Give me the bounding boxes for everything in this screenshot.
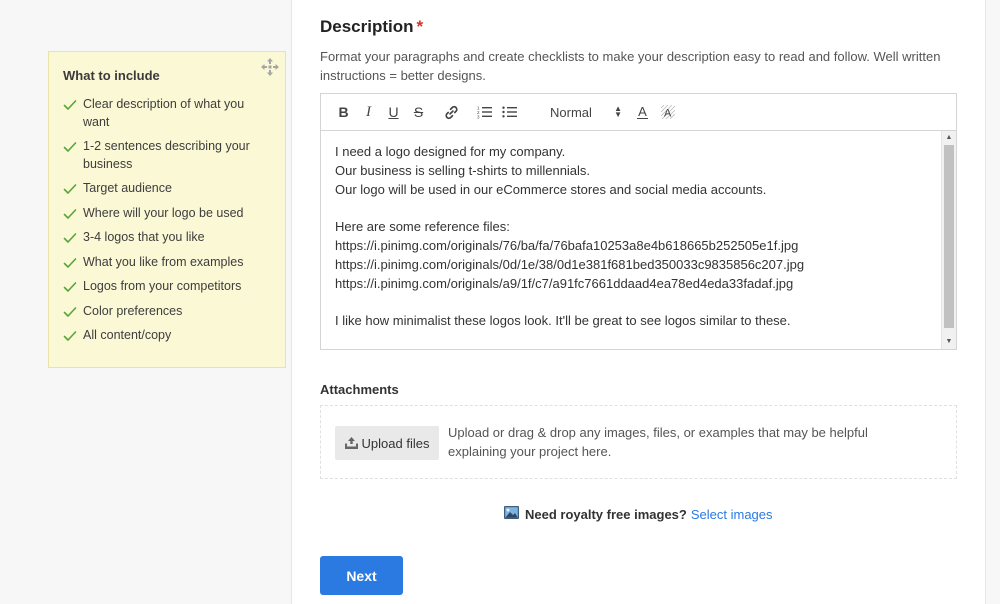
required-mark: * <box>416 17 424 36</box>
tips-item: All content/copy <box>63 327 271 345</box>
check-icon <box>63 257 77 268</box>
check-icon <box>63 142 77 152</box>
svg-text:A: A <box>664 108 672 120</box>
editor-content[interactable]: ▲ ▼ I need a logo designed for my compan… <box>321 131 956 349</box>
font-color-button[interactable]: A <box>630 101 655 123</box>
description-title: Description * <box>320 17 423 37</box>
check-icon <box>63 208 77 219</box>
tips-item-label: What you like from examples <box>83 254 244 269</box>
editor-scrollbar[interactable]: ▲ ▼ <box>941 131 956 349</box>
underline-button[interactable]: U <box>381 101 406 123</box>
editor-line: Here are some reference files: <box>335 219 510 235</box>
check-icon <box>63 100 77 110</box>
background-color-icon[interactable]: A <box>655 101 680 123</box>
move-icon[interactable] <box>261 58 279 76</box>
editor-line: https://i.pinimg.com/originals/0d/1e/38/… <box>335 256 805 272</box>
next-button[interactable]: Next <box>320 556 403 595</box>
check-icon <box>63 282 77 292</box>
royalty-question: Need royalty free images? <box>525 506 687 522</box>
tips-item-label: Color preferences <box>83 303 183 318</box>
check-icon <box>63 233 77 243</box>
tips-item-label: Where will your logo be used <box>83 205 244 220</box>
bullet-list-icon[interactable] <box>497 101 522 123</box>
tips-item-label: All content/copy <box>83 328 172 342</box>
attachments-help-text: Upload or drag & drop any images, files,… <box>448 425 868 459</box>
editor-line: I like how minimalist these logos look. … <box>335 313 791 329</box>
rich-text-editor[interactable]: B I U S 1 2 3 Normal ▲ ▼ A A ▲ ▼ I need … <box>320 93 957 350</box>
tips-item: 1-2 sentences describing your business <box>63 138 271 173</box>
left-column: What to include Clear description of wha… <box>0 0 292 604</box>
tips-item-label: 1-2 sentences describing your business <box>83 139 250 171</box>
check-icon <box>63 306 77 317</box>
link-icon[interactable] <box>439 101 464 123</box>
font-size-select[interactable]: Normal ▲ ▼ <box>542 101 622 123</box>
ordered-list-icon[interactable]: 1 2 3 <box>472 101 497 123</box>
tips-item: 3-4 logos that you like <box>63 229 271 247</box>
scroll-thumb[interactable] <box>944 145 954 328</box>
italic-button[interactable]: I <box>356 101 381 123</box>
attachments-label: Attachments <box>320 382 399 397</box>
editor-toolbar: B I U S 1 2 3 Normal ▲ ▼ A A <box>321 94 956 131</box>
tips-item: Logos from your competitors <box>63 278 271 296</box>
royalty-free-row: Need royalty free images? Select images <box>504 506 773 522</box>
editor-line: https://i.pinimg.com/originals/a9/1f/c7/… <box>335 275 794 291</box>
select-images-link[interactable]: Select images <box>691 507 773 522</box>
tips-panel: What to include Clear description of wha… <box>48 51 286 368</box>
attachments-dropzone[interactable]: Upload files Upload or drag & drop any i… <box>320 405 957 479</box>
tips-item: Clear description of what you want <box>63 96 271 131</box>
image-icon <box>504 506 519 522</box>
tips-list: Clear description of what you want 1-2 se… <box>63 96 271 345</box>
tips-item: What you like from examples <box>63 254 271 272</box>
tips-title: What to include <box>63 68 160 83</box>
upload-icon <box>344 437 358 449</box>
upload-files-button[interactable]: Upload files <box>335 426 439 460</box>
tips-item: Target audience <box>63 180 271 198</box>
tips-item: Where will your logo be used <box>63 205 271 223</box>
bold-button[interactable]: B <box>331 101 356 123</box>
description-title-text: Description <box>320 17 414 36</box>
tips-item: Color preferences <box>63 303 271 321</box>
font-color-label: A <box>637 103 648 119</box>
upload-files-label: Upload files <box>361 435 430 451</box>
description-subtitle: Format your paragraphs and create checkl… <box>320 49 941 83</box>
select-arrows-icon: ▲ ▼ <box>614 104 622 119</box>
editor-line: Our logo will be used in our eCommerce s… <box>335 181 767 197</box>
editor-line: I need a logo designed for my company. <box>335 144 566 159</box>
tips-item-label: Clear description of what you want <box>83 97 245 129</box>
strikethrough-button[interactable]: S <box>406 101 431 123</box>
editor-line: https://i.pinimg.com/originals/76/ba/fa/… <box>335 237 799 253</box>
tips-item-label: Target audience <box>83 181 172 195</box>
scroll-down-icon[interactable]: ▼ <box>942 335 956 349</box>
svg-text:3: 3 <box>477 115 480 120</box>
tips-item-label: Logos from your competitors <box>83 279 242 293</box>
scroll-up-icon[interactable]: ▲ <box>942 131 956 145</box>
check-icon <box>63 331 77 341</box>
font-size-value: Normal <box>550 104 592 120</box>
tips-item-label: 3-4 logos that you like <box>83 230 205 244</box>
right-gutter <box>985 0 1000 604</box>
check-icon <box>63 184 77 194</box>
editor-line: Our business is selling t-shirts to mill… <box>335 162 591 178</box>
